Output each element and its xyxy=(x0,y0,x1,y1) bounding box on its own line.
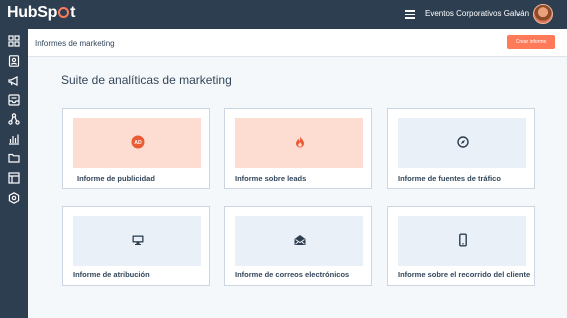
card-label: Informe de fuentes de tráfico xyxy=(398,174,501,183)
hubspot-logo[interactable]: HubSp t xyxy=(7,4,75,22)
card-thumbnail xyxy=(73,216,201,266)
mobile-icon xyxy=(456,233,470,247)
layout-icon[interactable] xyxy=(8,172,20,184)
folder-icon[interactable] xyxy=(8,152,20,164)
avatar[interactable] xyxy=(533,4,553,24)
bar-chart-icon[interactable] xyxy=(8,133,20,145)
ads-badge-icon: AD xyxy=(131,135,145,149)
logo-text: HubSp xyxy=(7,4,58,21)
page-header: Informes de marketing Crear informe xyxy=(28,29,567,57)
card-thumbnail: AD xyxy=(73,118,201,168)
compass-icon xyxy=(456,135,470,149)
chevron-down-icon[interactable]: ⌄ xyxy=(515,9,522,18)
report-card-traffic-sources[interactable]: Informe de fuentes de tráfico xyxy=(387,108,535,189)
card-label: Informe de correos electrónicos xyxy=(235,270,350,279)
contacts-icon[interactable] xyxy=(8,55,20,67)
card-thumbnail xyxy=(235,118,363,168)
card-thumbnail xyxy=(398,216,526,266)
grid-icon[interactable] xyxy=(8,35,20,47)
card-label: Informe de atribución xyxy=(73,270,150,279)
top-navigation-bar: HubSp t Eventos Corporativos Galván ⌄ xyxy=(0,0,567,29)
card-label: Informe sobre leads xyxy=(235,174,307,183)
account-name[interactable]: Eventos Corporativos Galván xyxy=(425,9,529,18)
sprocket-icon xyxy=(58,7,70,18)
network-icon[interactable] xyxy=(8,113,20,125)
card-thumbnail xyxy=(398,118,526,168)
svg-text:AD: AD xyxy=(134,140,142,146)
sidebar xyxy=(0,29,28,318)
page-header-title: Informes de marketing xyxy=(35,39,115,48)
report-card-attribution[interactable]: Informe de atribución xyxy=(62,206,210,286)
card-thumbnail xyxy=(235,216,363,266)
report-card-leads[interactable]: Informe sobre leads xyxy=(224,108,372,189)
card-label: Informe de publicidad xyxy=(77,174,155,183)
flame-icon xyxy=(293,135,307,149)
envelope-icon xyxy=(293,233,307,247)
card-label: Informe sobre el recorrido del cliente xyxy=(398,270,531,279)
hamburger-menu-icon[interactable] xyxy=(405,10,415,19)
report-card-emails[interactable]: Informe de correos electrónicos xyxy=(224,206,372,286)
monitor-icon xyxy=(131,233,145,247)
settings-hexagon-icon[interactable] xyxy=(8,192,20,204)
report-card-advertising[interactable]: AD Informe de publicidad xyxy=(62,108,210,189)
logo-text-end: t xyxy=(70,4,76,21)
inbox-icon[interactable] xyxy=(0,90,28,110)
page-title: Suite de analíticas de marketing xyxy=(61,73,232,87)
megaphone-icon[interactable] xyxy=(8,75,20,87)
report-card-customer-journey[interactable]: Informe sobre el recorrido del cliente xyxy=(387,206,535,286)
create-report-button[interactable]: Crear informe xyxy=(507,35,555,49)
